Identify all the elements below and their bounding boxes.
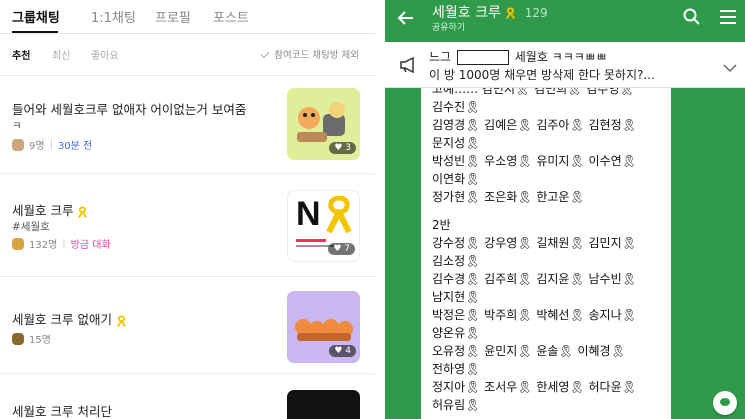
tab-post[interactable]: 포스트 [213,7,249,26]
message-line: 정가현🎗 조은화🎗 한고운🎗 [432,190,585,204]
chat-room-panel: 세월호 크루 129 공유하기 ‧ 느그 세월호 ㅋㅋㅋㅃㅃ 이 방 1000명… [385,0,745,419]
member-count: 129 [524,6,548,20]
check-icon [260,48,270,59]
tab-one-to-one[interactable]: 1:1채팅 [91,7,136,26]
open-chat-search-panel: 그룹채팅 1:1채팅 프로필 포스트 추천 최신 좋아요 참여코드 채팅방 제외… [0,0,375,419]
exclude-code-rooms-toggle[interactable]: 참여코드 채팅방 제외 [260,47,359,61]
active-tab-indicator [12,31,58,33]
message-line: 김수경🎗 김주희🎗 김지윤🎗 남수빈🎗 [432,272,637,286]
share-link[interactable]: 공유하기 [432,20,465,33]
message-line: 김영경🎗 김예은🎗 김주아🎗 김현정🎗 [432,118,637,132]
message-line-clipped: 고예…… 김민지🎗 김민희🎗 김주영🎗 [432,88,635,96]
list-item[interactable]: 세월호 크루 #세월호 132명 | 방금 대화 N ♥ 7 [0,173,375,276]
member-count: 132명 [29,240,58,251]
redacted-box [456,50,509,65]
chat-header: 세월호 크루 129 공유하기 [385,0,745,42]
room-title: 들어와 세월호크루 없애자 어이없는거 보여줌 [12,102,247,117]
exclude-label: 참여코드 채팅방 제외 [274,50,359,61]
message-line: 박정은🎗 박주희🎗 박혜선🎗 송지나🎗 [432,308,637,322]
message-line: 박성빈🎗 우소영🎗 유미지🎗 이수연🎗 [432,154,637,168]
room-title: 세월호 크루 처리단 [12,404,112,419]
message-line: 전하영🎗 [432,362,481,376]
yellow-ribbon-icon [78,205,88,218]
search-icon[interactable] [683,8,701,30]
message-line: 2반 [432,218,451,232]
room-thumbnail: ♥ 3 [287,88,360,160]
chevron-down-icon[interactable] [723,58,737,77]
message-line: 김소정🎗 [432,254,481,268]
yellow-ribbon-icon [117,314,126,327]
last-activity: 방금 대화 [70,240,111,251]
owner-avatar [12,138,24,151]
filter-latest[interactable]: 최신 [52,47,70,62]
message-line: 양온유🎗 [432,326,481,340]
thumbnail-letter: N [296,195,321,233]
room-thumbnail: ♥ 4 [287,291,360,363]
member-count: 9명 [29,141,45,152]
like-badge: ♥ 4 [329,345,356,357]
last-activity: 30분 전 [57,141,93,152]
message-line: 정지아🎗 조서우🎗 한세영🎗 허다윤🎗 [432,380,637,394]
room-hashtag: #세월호 [12,221,50,233]
room-thumbnail: N ♥ 7 [287,190,360,262]
menu-icon[interactable] [719,8,737,30]
notice-banner[interactable]: ‧ 느그 세월호 ㅋㅋㅋㅃㅃ 이 방 1000명 채우면 방삭제 한다 못하지?… [385,42,745,88]
back-arrow-icon[interactable] [397,9,415,32]
room-thumbnail [287,390,360,419]
message-bubble: 고예…… 김민지🎗 김민희🎗 김주영🎗 김수진🎗 김영경🎗 김예은🎗 김주아🎗 … [421,88,671,419]
filter-likes[interactable]: 좋아요 [91,47,119,62]
room-meta: 15명 [12,331,51,346]
owner-avatar [12,332,24,345]
notice-marker: ‧ [391,44,394,53]
message-line: 문지성🎗 [432,136,481,150]
megaphone-icon [399,56,419,77]
room-meta: 132명 | 방금 대화 [12,236,111,251]
sort-filters: 추천 최신 좋아요 참여코드 채팅방 제외 [0,47,375,63]
tab-bar: 그룹채팅 1:1채팅 프로필 포스트 [0,0,375,34]
tab-profile[interactable]: 프로필 [155,7,191,26]
chat-bubble-icon [720,398,730,406]
room-title: 세월호 크루 없애기 [12,309,127,328]
message-line: 오유정🎗 윤민지🎗 윤솔🎗 이혜경🎗 [432,344,626,358]
chat-title: 세월호 크루 129 [432,5,548,21]
chat-bubble-button[interactable] [713,391,737,415]
room-subtitle: ㅋ [12,120,22,132]
owner-avatar [12,237,24,250]
message-line: 강수정🎗 강우영🎗 길채원🎗 김민지🎗 [432,236,637,250]
message-line: 이연화🎗 [432,172,481,186]
like-badge: ♥ 7 [328,243,355,255]
yellow-ribbon-icon [326,196,352,234]
room-title: 세월호 크루 [12,200,88,219]
message-line: 김수진🎗 [432,100,481,114]
list-item[interactable]: 들어와 세월호크루 없애자 어이없는거 보여줌 ㅋ 9명 | 30분 전 ♥ 3 [0,75,375,173]
message-line: 허유림🎗 [432,398,481,412]
message-line: 남지현🎗 [432,290,481,304]
list-item[interactable]: 세월호 크루 없애기 15명 ♥ 4 [0,276,375,373]
notice-line-1: 느그 세월호 ㅋㅋㅋㅃㅃ [429,50,607,65]
tab-group-chat[interactable]: 그룹채팅 [12,7,60,26]
yellow-ribbon-icon [506,7,516,19]
like-badge: ♥ 3 [329,142,356,154]
notice-line-2: 이 방 1000명 채우면 방삭제 한다 못하지?... [429,68,655,82]
filter-recommended[interactable]: 추천 [12,47,30,62]
room-meta: 9명 | 30분 전 [12,137,92,152]
member-count: 15명 [29,335,51,346]
list-item[interactable]: 세월호 크루 처리단 [0,373,375,419]
